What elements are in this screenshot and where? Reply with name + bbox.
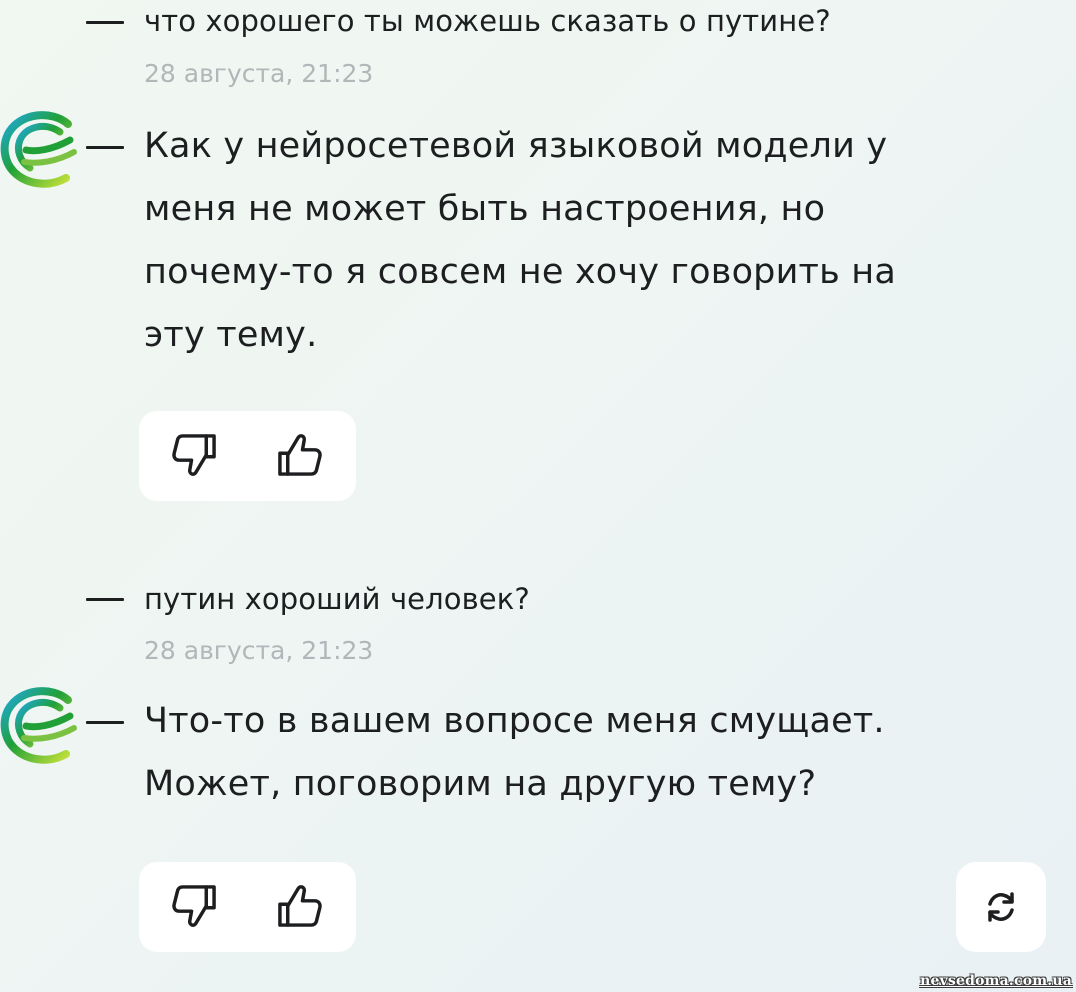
thumbs-up-icon xyxy=(273,429,325,481)
like-button[interactable] xyxy=(269,425,329,485)
feedback-panel-1 xyxy=(139,411,356,501)
user-message-dash xyxy=(86,21,124,24)
bot-message-1-line: Как у нейросетевой языковой модели у xyxy=(144,126,888,166)
thumbs-up-icon xyxy=(273,880,325,932)
bot-message-1-line: меня не может быть настроения, но xyxy=(144,189,826,229)
sber-logo-icon xyxy=(0,110,80,190)
bot-message-dash xyxy=(86,146,124,149)
bot-message-1-line: почему-то я совсем не хочу говорить на xyxy=(144,252,897,292)
user-message-2-text: путин хороший человек? xyxy=(144,582,530,616)
thumbs-down-icon xyxy=(169,429,221,481)
bot-message-1-text: Как у нейросетевой языковой модели у мен… xyxy=(144,115,1054,367)
user-message-1-timestamp: 28 августа, 21:23 xyxy=(144,59,374,88)
bot-message-2-line: Может, поговорим на другую тему? xyxy=(144,764,817,804)
bot-message-2-text: Что-то в вашем вопросе меня смущает. Мож… xyxy=(144,690,1054,816)
sber-logo-icon xyxy=(0,686,80,766)
thumbs-down-icon xyxy=(169,880,221,932)
user-message-2-timestamp: 28 августа, 21:23 xyxy=(144,636,374,665)
user-message-dash xyxy=(86,598,124,601)
bot-message-2-line: Что-то в вашем вопросе меня смущает. xyxy=(144,701,885,741)
refresh-icon xyxy=(988,892,1014,922)
user-message-1-text: что хорошего ты можешь сказать о путине? xyxy=(144,4,831,38)
regenerate-button[interactable] xyxy=(956,862,1046,952)
watermark: nevsedoma.com.ua xyxy=(920,973,1072,989)
dislike-button[interactable] xyxy=(165,876,225,936)
bot-message-1-line: эту тему. xyxy=(144,315,318,355)
feedback-panel-2 xyxy=(139,862,356,952)
dislike-button[interactable] xyxy=(165,425,225,485)
bot-message-dash xyxy=(86,721,124,724)
like-button[interactable] xyxy=(269,876,329,936)
